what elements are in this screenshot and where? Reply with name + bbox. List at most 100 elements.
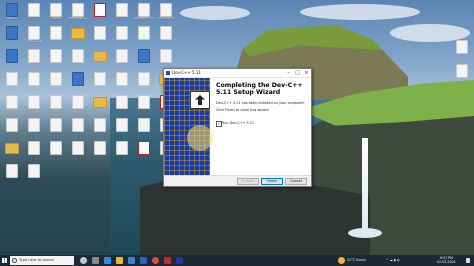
desktop-icon[interactable] — [134, 49, 154, 63]
desktop-icon[interactable]: RenameSRM — [134, 3, 154, 21]
task-view-icon[interactable] — [92, 257, 99, 264]
desktop-icon[interactable] — [46, 26, 66, 40]
finish-button[interactable]: Finish — [261, 178, 283, 185]
cancel-button[interactable]: Cancel — [285, 178, 307, 185]
desktop-icon[interactable] — [68, 72, 88, 86]
desktop-icon[interactable] — [90, 3, 110, 17]
desktop-icon[interactable] — [134, 141, 154, 155]
desktop-icon[interactable] — [112, 72, 132, 86]
desktop-icon[interactable] — [112, 118, 132, 132]
desktop-icon[interactable] — [24, 164, 44, 178]
app-icon[interactable] — [164, 257, 171, 264]
devcpp-taskbar-icon[interactable] — [176, 257, 183, 264]
file-icon — [6, 49, 18, 63]
desktop-icon[interactable] — [68, 141, 88, 155]
file-icon — [116, 26, 128, 40]
desktop-icon[interactable] — [90, 141, 110, 155]
desktop-icon[interactable] — [90, 118, 110, 132]
desktop-icon[interactable] — [24, 3, 44, 17]
windows-start-icon[interactable] — [2, 258, 7, 263]
desktop-icon[interactable] — [24, 118, 44, 132]
desktop-icon[interactable] — [112, 95, 132, 109]
file-explorer-icon[interactable] — [116, 257, 123, 264]
setup-wizard-dialog[interactable]: Dev-C++ 5.11 – □ × Completing the Dev-C+… — [163, 68, 312, 187]
dialog-titlebar[interactable]: Dev-C++ 5.11 – □ × — [164, 69, 311, 78]
desktop-icon[interactable] — [156, 26, 176, 40]
folder-icon — [71, 28, 85, 39]
store-icon[interactable] — [128, 257, 135, 264]
desktop-icon[interactable]: Rendergit2022 — [68, 3, 88, 21]
desktop-icon[interactable] — [134, 26, 154, 40]
notifications-icon[interactable] — [466, 258, 470, 263]
taskbar-search-input[interactable]: Type here to search — [10, 256, 74, 265]
desktop-icon[interactable] — [46, 141, 66, 155]
desktop-icon[interactable]: Tisk2022N — [24, 26, 44, 44]
file-icon — [160, 3, 172, 17]
desktop-icon[interactable]: Studio — [46, 3, 66, 21]
file-icon — [28, 49, 40, 63]
weather-icon[interactable] — [338, 257, 345, 264]
mail-icon[interactable] — [140, 257, 147, 264]
folder-icon — [93, 51, 107, 62]
maximize-icon[interactable]: □ — [293, 69, 302, 77]
desktop-icon[interactable] — [2, 49, 22, 63]
desktop-icon[interactable] — [68, 49, 88, 63]
desktop-icon[interactable] — [112, 3, 132, 17]
file-icon — [28, 72, 40, 86]
wizard-side-banner — [164, 78, 213, 176]
desktop-icon[interactable] — [46, 72, 66, 86]
desktop-icon[interactable]: zenbOS — [2, 3, 22, 21]
desktop-icon[interactable] — [90, 49, 110, 62]
edge-icon[interactable] — [104, 257, 111, 264]
chrome-icon[interactable] — [152, 257, 159, 264]
run-checkbox-label[interactable]: Run Dev-C++ 5.11 — [222, 121, 254, 125]
desktop-icon[interactable] — [68, 26, 88, 39]
back-button[interactable]: < Back — [237, 178, 259, 185]
file-icon — [138, 26, 150, 40]
desktop-icon[interactable] — [156, 49, 176, 63]
file-icon — [6, 95, 18, 109]
file-icon — [28, 118, 40, 132]
desktop-icon[interactable] — [46, 118, 66, 132]
desktop-icon[interactable] — [112, 49, 132, 63]
desktop-icon[interactable] — [134, 72, 154, 86]
file-icon — [160, 49, 172, 63]
desktop-icon[interactable] — [46, 95, 66, 109]
cortana-icon[interactable] — [80, 257, 87, 264]
desktop-icon[interactable] — [2, 164, 22, 178]
desktop-icon[interactable] — [452, 40, 472, 54]
desktop-icon[interactable] — [134, 95, 154, 109]
desktop-icon[interactable] — [2, 26, 22, 40]
desktop-icon[interactable] — [24, 141, 44, 155]
file-icon — [116, 118, 128, 132]
finish-instruction: Click Finish to close this wizard. — [216, 108, 270, 112]
clock-date[interactable]: 02-02-2024 — [437, 260, 456, 264]
desktop-icon-label: Calendar Hi — [156, 17, 176, 20]
file-icon — [160, 26, 172, 40]
desktop-icon[interactable] — [2, 72, 22, 86]
desktop-icon[interactable] — [90, 72, 110, 86]
desktop-icon[interactable] — [24, 49, 44, 63]
desktop-icon[interactable] — [112, 26, 132, 40]
desktop-icon[interactable] — [2, 118, 22, 132]
desktop-icon[interactable] — [112, 141, 132, 155]
file-icon — [50, 95, 62, 109]
desktop-icon[interactable] — [90, 95, 110, 108]
desktop-icon[interactable] — [134, 118, 154, 132]
desktop-icon[interactable] — [68, 118, 88, 132]
desktop-icon[interactable] — [452, 64, 472, 78]
weather-text[interactable]: 21°C Sunny — [347, 258, 366, 262]
tray-icons[interactable]: ^ ☁ ▮ ◂) — [386, 258, 400, 262]
desktop-icon[interactable] — [24, 95, 44, 109]
close-icon[interactable]: × — [302, 69, 311, 77]
desktop-icon[interactable] — [2, 141, 22, 154]
desktop-icon[interactable] — [24, 72, 44, 86]
minimize-icon[interactable]: – — [284, 69, 293, 77]
desktop-icon[interactable] — [46, 49, 66, 63]
file-icon — [94, 26, 106, 40]
file-icon — [138, 49, 150, 63]
desktop-icon[interactable] — [68, 95, 88, 109]
desktop-icon[interactable] — [90, 26, 110, 40]
desktop-icon[interactable]: Calendar Hi — [156, 3, 176, 21]
desktop-icon[interactable] — [2, 95, 22, 109]
